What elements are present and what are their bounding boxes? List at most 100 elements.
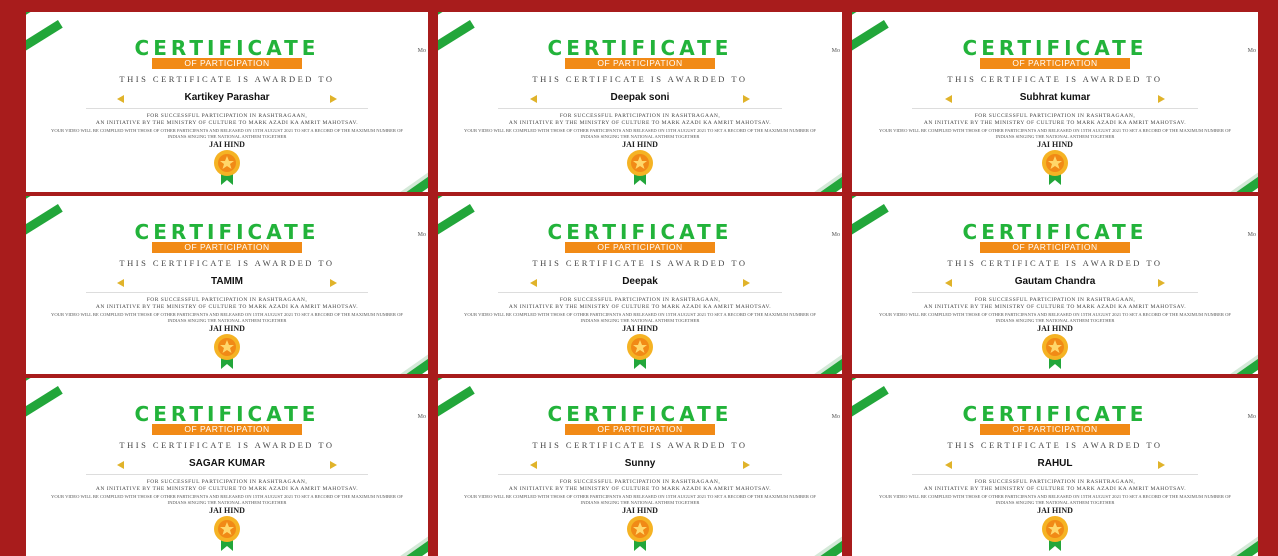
compilation-note: YOUR VIDEO WILL BE COMPILED WITH THOSE O… — [879, 312, 1231, 323]
certificate-title: CERTIFICATE — [547, 402, 733, 426]
jai-hind-text: JAI HIND — [1037, 140, 1073, 149]
participation-ribbon: OF PARTICIPATION — [980, 242, 1130, 253]
certificate-card-7: Mo CERTIFICATE OF PARTICIPATION THIS CER… — [26, 378, 428, 556]
certificate-title: CERTIFICATE — [134, 36, 320, 60]
medal-icon — [627, 516, 653, 551]
green-corner-stripe — [26, 12, 96, 25]
awarded-to-text: THIS CERTIFICATE IS AWARDED TO — [947, 258, 1163, 268]
recipient-name: TAMIM — [210, 276, 244, 287]
green-corner-stripe — [438, 378, 508, 391]
initiative-line: AN INITIATIVE BY THE MINISTRY OF CULTURE… — [508, 120, 772, 126]
recipient-name: Subhrat kumar — [1019, 92, 1091, 103]
initiative-line: AN INITIATIVE BY THE MINISTRY OF CULTURE… — [508, 304, 772, 310]
certificate-title: CERTIFICATE — [547, 36, 733, 60]
certificate-card-2: Mo CERTIFICATE OF PARTICIPATION THIS CER… — [438, 12, 842, 192]
participation-ribbon: OF PARTICIPATION — [565, 424, 715, 435]
compilation-note: YOUR VIDEO WILL BE COMPILED WITH THOSE O… — [51, 312, 403, 323]
participation-line: FOR SUCCESSFUL PARTICIPATION IN RASHTRAG… — [559, 479, 721, 485]
jai-hind-text: JAI HIND — [1037, 324, 1073, 333]
participation-line: FOR SUCCESSFUL PARTICIPATION IN RASHTRAG… — [559, 297, 721, 303]
name-underline — [912, 108, 1198, 109]
green-corner-stripe — [438, 12, 508, 25]
participation-ribbon: OF PARTICIPATION — [152, 58, 302, 69]
certificate-card-9: Mo CERTIFICATE OF PARTICIPATION THIS CER… — [852, 378, 1258, 556]
green-corner-stripe — [26, 378, 96, 391]
jai-hind-text: JAI HIND — [1037, 506, 1073, 515]
participation-line: FOR SUCCESSFUL PARTICIPATION IN RASHTRAG… — [974, 113, 1136, 119]
compilation-note: YOUR VIDEO WILL BE COMPILED WITH THOSE O… — [464, 494, 816, 505]
initiative-line: AN INITIATIVE BY THE MINISTRY OF CULTURE… — [95, 304, 359, 310]
compilation-note: YOUR VIDEO WILL BE COMPILED WITH THOSE O… — [879, 494, 1231, 505]
participation-line: FOR SUCCESSFUL PARTICIPATION IN RASHTRAG… — [974, 479, 1136, 485]
green-corner-stripe — [852, 12, 922, 25]
jai-hind-text: JAI HIND — [622, 140, 658, 149]
name-underline — [86, 292, 368, 293]
name-underline — [498, 474, 782, 475]
compilation-note: YOUR VIDEO WILL BE COMPILED WITH THOSE O… — [51, 494, 403, 505]
jai-hind-text: JAI HIND — [209, 506, 245, 515]
awarded-to-text: THIS CERTIFICATE IS AWARDED TO — [947, 440, 1163, 450]
awarded-to-text: THIS CERTIFICATE IS AWARDED TO — [947, 74, 1163, 84]
name-underline — [912, 474, 1198, 475]
certificate-card-5: Mo CERTIFICATE OF PARTICIPATION THIS CER… — [438, 196, 842, 374]
name-underline — [86, 474, 368, 475]
awarded-to-text: THIS CERTIFICATE IS AWARDED TO — [532, 258, 748, 268]
participation-line: FOR SUCCESSFUL PARTICIPATION IN RASHTRAG… — [146, 297, 308, 303]
certificate-title: CERTIFICATE — [134, 402, 320, 426]
jai-hind-text: JAI HIND — [622, 324, 658, 333]
participation-line: FOR SUCCESSFUL PARTICIPATION IN RASHTRAG… — [974, 297, 1136, 303]
initiative-line: AN INITIATIVE BY THE MINISTRY OF CULTURE… — [95, 120, 359, 126]
medal-icon — [214, 516, 240, 551]
certificate-title: CERTIFICATE — [962, 36, 1148, 60]
green-corner-stripe — [852, 196, 922, 209]
jai-hind-text: JAI HIND — [209, 324, 245, 333]
certificate-title: CERTIFICATE — [962, 220, 1148, 244]
recipient-name: Sunny — [624, 458, 656, 469]
name-underline — [86, 108, 368, 109]
participation-ribbon: OF PARTICIPATION — [980, 58, 1130, 69]
certificate-title: CERTIFICATE — [134, 220, 320, 244]
initiative-line: AN INITIATIVE BY THE MINISTRY OF CULTURE… — [923, 304, 1187, 310]
initiative-line: AN INITIATIVE BY THE MINISTRY OF CULTURE… — [923, 486, 1187, 492]
initiative-line: AN INITIATIVE BY THE MINISTRY OF CULTURE… — [95, 486, 359, 492]
participation-ribbon: OF PARTICIPATION — [152, 424, 302, 435]
initiative-line: AN INITIATIVE BY THE MINISTRY OF CULTURE… — [923, 120, 1187, 126]
recipient-name: Kartikey Parashar — [184, 92, 270, 103]
medal-icon — [1042, 334, 1068, 369]
certificate-card-1: Mo CERTIFICATE OF PARTICIPATION THIS CER… — [26, 12, 428, 192]
name-underline — [498, 292, 782, 293]
medal-icon — [627, 150, 653, 185]
jai-hind-text: JAI HIND — [209, 140, 245, 149]
awarded-to-text: THIS CERTIFICATE IS AWARDED TO — [119, 74, 335, 84]
medal-icon — [214, 334, 240, 369]
name-underline — [912, 292, 1198, 293]
recipient-name: Deepak soni — [610, 92, 670, 103]
green-corner-stripe — [438, 196, 508, 209]
recipient-name: RAHUL — [1037, 458, 1073, 469]
medal-icon — [1042, 150, 1068, 185]
participation-ribbon: OF PARTICIPATION — [980, 424, 1130, 435]
green-corner-stripe — [852, 378, 922, 391]
certificate-card-3: Mo CERTIFICATE OF PARTICIPATION THIS CER… — [852, 12, 1258, 192]
certificate-title: CERTIFICATE — [962, 402, 1148, 426]
compilation-note: YOUR VIDEO WILL BE COMPILED WITH THOSE O… — [464, 312, 816, 323]
participation-line: FOR SUCCESSFUL PARTICIPATION IN RASHTRAG… — [559, 113, 721, 119]
participation-ribbon: OF PARTICIPATION — [565, 242, 715, 253]
compilation-note: YOUR VIDEO WILL BE COMPILED WITH THOSE O… — [464, 128, 816, 139]
initiative-line: AN INITIATIVE BY THE MINISTRY OF CULTURE… — [508, 486, 772, 492]
certificate-card-4: Mo CERTIFICATE OF PARTICIPATION THIS CER… — [26, 196, 428, 374]
awarded-to-text: THIS CERTIFICATE IS AWARDED TO — [532, 440, 748, 450]
certificate-card-6: Mo CERTIFICATE OF PARTICIPATION THIS CER… — [852, 196, 1258, 374]
compilation-note: YOUR VIDEO WILL BE COMPILED WITH THOSE O… — [51, 128, 403, 139]
medal-icon — [627, 334, 653, 369]
medal-icon — [214, 150, 240, 185]
name-underline — [498, 108, 782, 109]
recipient-name: SAGAR KUMAR — [188, 458, 266, 469]
compilation-note: YOUR VIDEO WILL BE COMPILED WITH THOSE O… — [879, 128, 1231, 139]
awarded-to-text: THIS CERTIFICATE IS AWARDED TO — [119, 440, 335, 450]
participation-ribbon: OF PARTICIPATION — [152, 242, 302, 253]
recipient-name: Gautam Chandra — [1014, 276, 1096, 287]
participation-ribbon: OF PARTICIPATION — [565, 58, 715, 69]
medal-icon — [1042, 516, 1068, 551]
certificate-card-8: Mo CERTIFICATE OF PARTICIPATION THIS CER… — [438, 378, 842, 556]
